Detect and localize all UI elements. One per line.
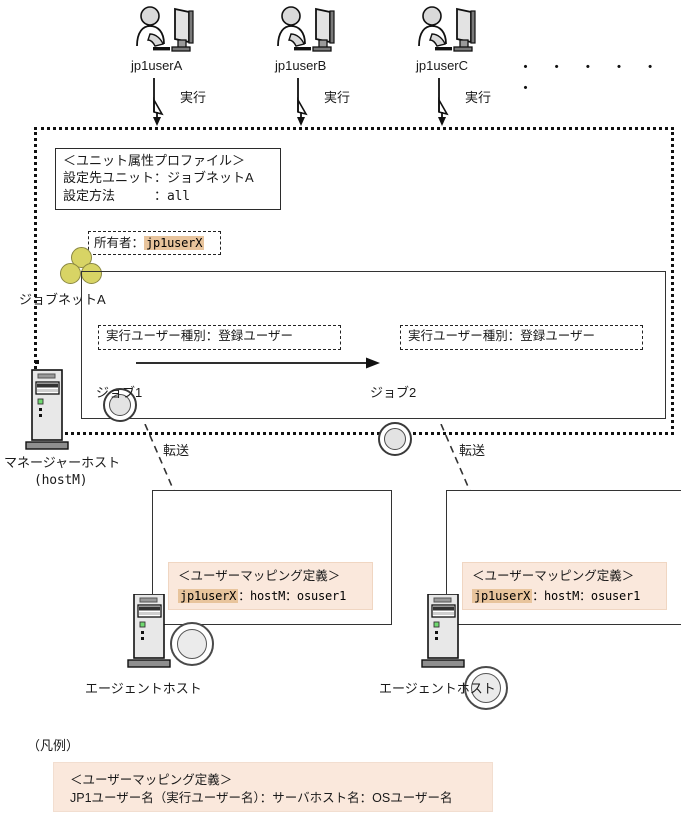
- job2-icon: [378, 422, 412, 456]
- profile-row-1-value: all: [167, 188, 190, 204]
- transfer-label-2: 転送: [459, 443, 486, 458]
- agent1-job-icon: [170, 622, 214, 666]
- legend-format: JP1ユーザー名（実行ユーザー名）：サーバホスト名：OSユーザー名: [70, 790, 453, 805]
- profile-row-1-sep: ：: [115, 187, 168, 203]
- agent2-mapping-title: ＜ユーザーマッピング定義＞: [472, 569, 635, 583]
- user-workstation-userB: [272, 6, 338, 65]
- user-label-userB: jp1userB: [275, 58, 327, 73]
- workstation-icon: [277, 6, 335, 52]
- agent1-host-icon: [126, 593, 174, 675]
- profile-row-0-key: 設定先ユニット: [63, 170, 155, 186]
- exec-arrow-userC: [430, 78, 464, 131]
- exec-arrow-userA: [145, 78, 179, 131]
- user-label-userC: jp1userC: [416, 58, 469, 73]
- workstation-icon: [418, 6, 476, 52]
- profile-row-0-value: ジョブネットA: [167, 170, 254, 186]
- agent2-mapping-jp1user: jp1userX: [472, 588, 533, 603]
- legend-box: ＜ユーザーマッピング定義＞ JP1ユーザー名（実行ユーザー名）：サーバホスト名：…: [53, 762, 493, 812]
- profile-row-1-key: 設定方法: [63, 187, 116, 203]
- agent1-mapping-rest: ：hostM：osuser1: [238, 588, 347, 603]
- jobnet-circle-left: [60, 263, 81, 284]
- agent1-host-label: エージェントホスト: [85, 681, 202, 696]
- manager-host-label: マネージャーホスト: [4, 455, 121, 470]
- owner-value: jp1userX: [144, 236, 205, 250]
- manager-host-icon: [24, 360, 72, 457]
- job-sequence-arrow: [136, 354, 382, 377]
- user-label-userA: jp1userA: [131, 58, 183, 73]
- agent2-host-label: エージェントホスト: [379, 681, 496, 696]
- agent1-mapping-jp1user: jp1userX: [178, 588, 239, 603]
- agent1-mapping-title: ＜ユーザーマッピング定義＞: [178, 569, 341, 583]
- unit-attribute-profile-box: ＜ユニット属性プロファイル＞ 設定先ユニット：ジョブネットA 設定方法 ：all: [55, 148, 281, 210]
- job2-annotation-text: 実行ユーザー種別：登録ユーザー: [408, 329, 596, 343]
- exec-label-userA: 実行: [180, 90, 207, 105]
- exec-label-userB: 実行: [324, 90, 351, 105]
- user-workstation-userA: [131, 6, 197, 65]
- transfer-label-1: 転送: [163, 443, 190, 458]
- job1-annotation-box: 実行ユーザー種別：登録ユーザー: [98, 325, 341, 350]
- agent1-mapping-box: ＜ユーザーマッピング定義＞ jp1userX ：hostM：osuser1: [168, 562, 373, 610]
- legend-caption: （凡例）: [27, 738, 80, 753]
- manager-host-name: (hostM): [34, 473, 88, 488]
- agent2-host-icon: [420, 593, 468, 675]
- owner-annotation-box: 所有者： jp1userX: [88, 231, 221, 255]
- job1-annotation-text: 実行ユーザー種別：登録ユーザー: [106, 329, 294, 343]
- job1-label: ジョブ1: [96, 385, 143, 400]
- profile-title: ＜ユニット属性プロファイル＞: [63, 153, 246, 168]
- more-users-ellipsis: ・ ・ ・ ・ ・ ・: [518, 59, 664, 97]
- agent2-mapping-rest: ：hostM：osuser1: [532, 588, 641, 603]
- job2-label: ジョブ2: [370, 385, 417, 400]
- agent2-mapping-box: ＜ユーザーマッピング定義＞ jp1userX ：hostM：osuser1: [462, 562, 667, 610]
- workstation-icon: [136, 6, 194, 52]
- job2-annotation-box: 実行ユーザー種別：登録ユーザー: [400, 325, 643, 350]
- exec-arrow-userB: [289, 78, 323, 131]
- legend-title: ＜ユーザーマッピング定義＞: [70, 773, 233, 787]
- profile-row-0-sep: ：: [154, 170, 168, 186]
- user-workstation-userC: [413, 6, 479, 65]
- exec-label-userC: 実行: [465, 90, 492, 105]
